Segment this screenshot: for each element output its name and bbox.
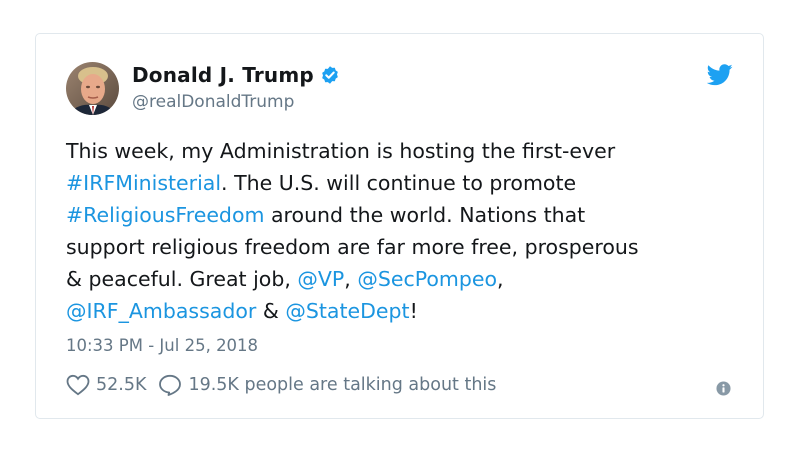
talking-count: 19.5K people are talking about this [188, 375, 497, 395]
tweet-text-segment: & peaceful. Great job, [66, 267, 298, 291]
mention-link[interactable]: @StateDept [285, 299, 409, 323]
mention-link[interactable]: @SecPompeo [357, 267, 497, 291]
tweet-text-segment: , [497, 267, 504, 291]
avatar[interactable] [66, 62, 119, 115]
mention-link[interactable]: @IRF_Ambassador [66, 299, 256, 323]
like-count: 52.5K [96, 375, 147, 395]
tweet-actions: 52.5K 19.5K people are talking about thi… [66, 374, 508, 396]
tweet-text-segment: This week, my Administration is hosting … [66, 139, 616, 163]
mention-link[interactable]: @VP [297, 267, 344, 291]
like-button[interactable]: 52.5K [66, 374, 146, 396]
profile-photo [66, 62, 119, 115]
tweet-text-segment: . The U.S. will continue to promote [221, 171, 577, 195]
speech-bubble-icon [159, 374, 182, 396]
twitter-bird-icon[interactable] [706, 64, 733, 86]
tweet-text-segment: ! [409, 299, 418, 323]
tweet-text-segment: around the world. Nations that [264, 203, 586, 227]
hashtag-link[interactable]: #ReligiousFreedom [66, 203, 264, 227]
heart-icon [66, 374, 90, 396]
hashtag-link[interactable]: #IRFMinisterial [66, 171, 221, 195]
author-name[interactable]: Donald J. Trump [132, 63, 314, 87]
tweet-card[interactable]: Donald J. Trump @realDonaldTrump This we… [35, 33, 764, 419]
tweet-text: This week, my Administration is hosting … [66, 135, 746, 327]
verified-badge-icon [320, 65, 340, 85]
tweet-text-segment: & [256, 299, 286, 323]
author-name-row[interactable]: Donald J. Trump [132, 63, 340, 87]
tweet-text-segment: support religious freedom are far more f… [66, 235, 639, 259]
conversation-button[interactable]: 19.5K people are talking about this [158, 374, 496, 396]
tweet-timestamp[interactable]: 10:33 PM - Jul 25, 2018 [66, 336, 258, 355]
info-icon[interactable] [716, 381, 731, 396]
author-handle[interactable]: @realDonaldTrump [132, 92, 294, 112]
tweet-text-segment: , [344, 267, 358, 291]
